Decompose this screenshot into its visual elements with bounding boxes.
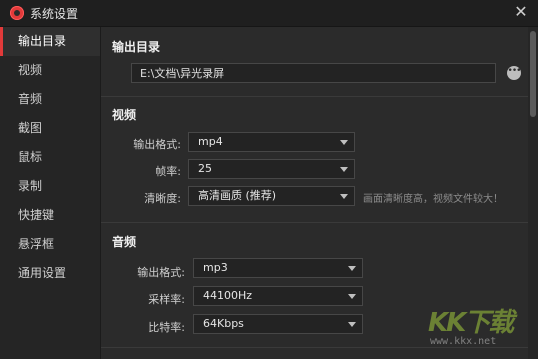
settings-sidebar: 输出目录 视频 音频 截图 鼠标 录制 快捷键 悬浮框 通用设置 xyxy=(0,27,101,359)
sidebar-item-video[interactable]: 视频 xyxy=(0,56,100,85)
scrollbar-thumb[interactable] xyxy=(530,31,536,117)
audio-format-select[interactable]: mp3 xyxy=(193,258,363,278)
video-format-select[interactable]: mp4 xyxy=(188,132,355,152)
video-quality-select[interactable]: 高清画质 (推荐) xyxy=(188,186,355,206)
sidebar-item-audio[interactable]: 音频 xyxy=(0,85,100,114)
chevron-down-icon xyxy=(348,266,356,271)
audio-sample-select[interactable]: 44100Hz xyxy=(193,286,363,306)
sidebar-item-floating-box[interactable]: 悬浮框 xyxy=(0,230,100,259)
sidebar-item-record[interactable]: 录制 xyxy=(0,172,100,201)
video-quality-value: 高清画质 (推荐) xyxy=(198,189,277,202)
chevron-down-icon xyxy=(340,167,348,172)
chevron-down-icon xyxy=(348,322,356,327)
sidebar-item-output-dir[interactable]: 输出目录 xyxy=(0,27,100,56)
sidebar-item-general[interactable]: 通用设置 xyxy=(0,259,100,288)
sidebar-item-hotkeys[interactable]: 快捷键 xyxy=(0,201,100,230)
chevron-down-icon xyxy=(340,140,348,145)
video-fps-value: 25 xyxy=(198,162,212,175)
video-quality-label: 清晰度: xyxy=(144,192,181,205)
audio-bitrate-label: 比特率: xyxy=(148,321,185,334)
divider xyxy=(101,96,528,97)
chevron-down-icon xyxy=(340,194,348,199)
section-title-video: 视频 xyxy=(112,108,137,122)
close-button[interactable]: ✕ xyxy=(512,3,530,21)
window-title: 系统设置 xyxy=(30,7,79,21)
chevron-down-icon xyxy=(348,294,356,299)
audio-sample-label: 采样率: xyxy=(148,293,185,306)
section-title-audio: 音频 xyxy=(112,235,137,249)
watermark-logo: KK下载 xyxy=(428,308,514,338)
video-fps-label: 帧率: xyxy=(155,165,181,178)
audio-bitrate-value: 64Kbps xyxy=(203,317,244,330)
browse-more-button[interactable]: ••• xyxy=(507,66,521,80)
sidebar-item-mouse[interactable]: 鼠标 xyxy=(0,143,100,172)
audio-format-value: mp3 xyxy=(203,261,228,274)
app-logo-icon xyxy=(10,6,24,20)
video-format-label: 输出格式: xyxy=(133,138,181,151)
watermark-url: www.kkx.net xyxy=(430,336,497,347)
video-fps-select[interactable]: 25 xyxy=(188,159,355,179)
video-quality-hint: 画面清晰度高，视频文件较大！ xyxy=(363,194,503,205)
site-watermark: KK下载 www.kkx.net xyxy=(428,302,534,357)
audio-sample-value: 44100Hz xyxy=(203,289,253,302)
audio-format-label: 输出格式: xyxy=(137,266,185,279)
output-path-field[interactable]: E:\文档\异光录屏 xyxy=(131,63,496,83)
video-format-value: mp4 xyxy=(198,135,223,148)
sidebar-item-screenshot[interactable]: 截图 xyxy=(0,114,100,143)
title-bar: 系统设置 ✕ xyxy=(0,0,538,27)
divider xyxy=(101,222,528,223)
section-title-output-dir: 输出目录 xyxy=(112,40,161,54)
audio-bitrate-select[interactable]: 64Kbps xyxy=(193,314,363,334)
